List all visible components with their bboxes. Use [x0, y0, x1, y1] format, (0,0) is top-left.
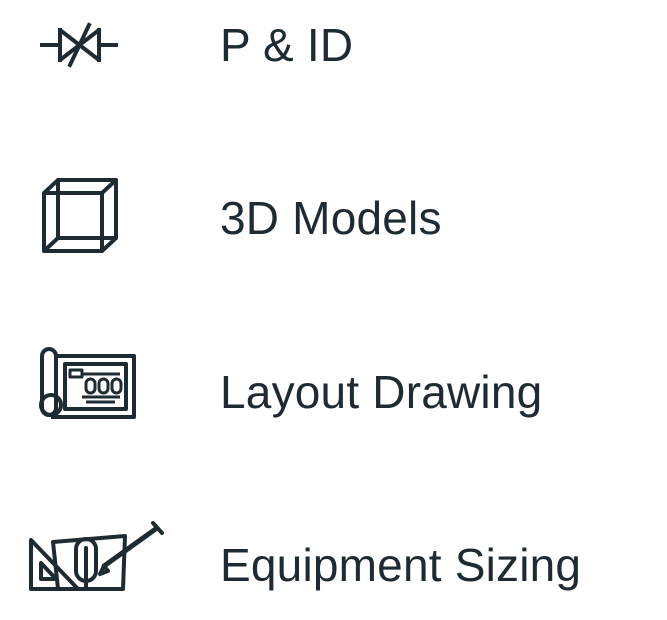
menu-item-3d-models[interactable]: 3D Models — [0, 163, 667, 273]
cube-icon — [20, 163, 180, 273]
valve-icon — [20, 0, 180, 100]
drafting-tools-icon — [20, 510, 180, 620]
menu-item-label: Layout Drawing — [220, 366, 543, 418]
menu-item-equipment-sizing[interactable]: Equipment Sizing — [0, 510, 667, 620]
feature-menu: P & ID 3D Models Layout Drawing Equipmen… — [0, 0, 667, 605]
blueprint-icon — [20, 337, 180, 447]
menu-item-layout-drawing[interactable]: Layout Drawing — [0, 337, 667, 447]
menu-item-label: P & ID — [220, 19, 354, 71]
menu-item-label: Equipment Sizing — [220, 539, 582, 591]
menu-item-label: 3D Models — [220, 192, 442, 244]
menu-item-p-and-id[interactable]: P & ID — [0, 0, 667, 100]
